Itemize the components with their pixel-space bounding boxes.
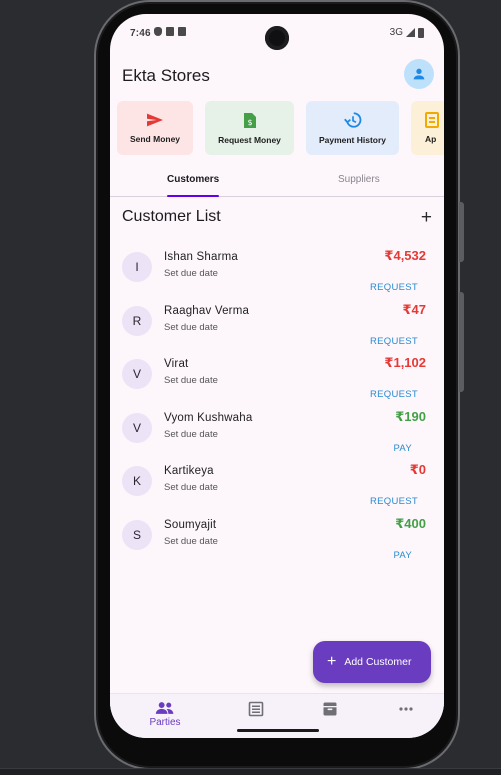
ap-button[interactable]: Ap	[411, 101, 444, 155]
customer-avatar: V	[122, 359, 152, 390]
nav-item-inventory[interactable]	[310, 701, 350, 717]
payment-history-label: Payment History	[318, 135, 387, 145]
customer-list: I Ishan Sharma Set due date ₹4,532 REQUE…	[110, 248, 444, 570]
request-button[interactable]: REQUEST	[370, 282, 418, 293]
set-due-date-link[interactable]: Set due date	[164, 322, 218, 333]
nav-label-parties: Parties	[149, 717, 181, 728]
plus-icon: +	[327, 653, 337, 670]
customer-row[interactable]: R Raaghav Verma Set due date ₹47 REQUEST	[110, 302, 444, 356]
customer-balance: ₹47	[402, 301, 426, 317]
request-money-button[interactable]: $ Request Money	[205, 101, 294, 155]
battery-icon	[418, 27, 424, 38]
set-due-date-link[interactable]: Set due date	[164, 482, 218, 493]
app-screen: 7:46 3G Ekta Stores Send Money $ Request…	[110, 14, 444, 738]
pay-button[interactable]: PAY	[394, 443, 413, 454]
customer-row[interactable]: S Soumyajit Set due date ₹400 PAY	[110, 516, 444, 570]
profile-button[interactable]	[404, 59, 434, 89]
bottom-navigation: Parties	[110, 693, 444, 738]
phone-frame: 7:46 3G Ekta Stores Send Money $ Request…	[94, 0, 464, 770]
archive-icon	[323, 702, 337, 716]
volume-button	[459, 292, 464, 392]
receipt-list-icon	[248, 701, 264, 717]
send-money-button[interactable]: Send Money	[117, 101, 193, 155]
people-icon	[155, 702, 174, 714]
add-customer-button[interactable]: + Add Customer	[313, 641, 431, 683]
nav-item-bills[interactable]	[236, 701, 276, 717]
customer-name: Vyom Kushwaha	[164, 411, 253, 424]
svg-text:$: $	[247, 118, 252, 127]
person-icon	[413, 68, 425, 80]
send-icon	[147, 113, 163, 127]
sim-card-icon	[166, 27, 174, 36]
set-due-date-link[interactable]: Set due date	[164, 429, 218, 440]
signal-icon	[406, 28, 415, 37]
request-button[interactable]: REQUEST	[370, 389, 418, 400]
party-tabs: Customers Suppliers	[110, 169, 444, 197]
shield-icon	[154, 27, 162, 36]
customer-balance: ₹0	[409, 462, 426, 478]
customer-name: Soumyajit	[164, 518, 217, 531]
set-due-date-link[interactable]: Set due date	[164, 375, 218, 386]
customer-avatar: K	[122, 466, 152, 497]
more-icon	[399, 707, 413, 711]
customer-name: Kartikeya	[164, 465, 214, 478]
customer-avatar: V	[122, 412, 152, 443]
front-camera	[265, 26, 289, 50]
customer-name: Virat	[164, 358, 189, 371]
customer-balance: ₹190	[395, 408, 426, 424]
photo-icon	[178, 27, 186, 36]
status-indicators: 3G	[390, 27, 424, 38]
nav-item-parties[interactable]: Parties	[145, 701, 185, 728]
home-indicator[interactable]	[237, 729, 319, 732]
nav-item-more[interactable]	[386, 701, 426, 717]
power-button	[459, 202, 464, 262]
customer-name: Ishan Sharma	[164, 251, 238, 263]
customer-avatar: I	[122, 252, 152, 282]
request-button[interactable]: REQUEST	[370, 496, 418, 507]
send-money-label: Send Money	[129, 134, 181, 144]
network-type: 3G	[389, 27, 403, 38]
add-icon[interactable]: +	[421, 208, 432, 227]
quick-actions: Send Money $ Request Money Payment Histo…	[117, 101, 444, 155]
customer-row[interactable]: I Ishan Sharma Set due date ₹4,532 REQUE…	[110, 248, 444, 302]
customer-avatar: S	[122, 519, 152, 550]
notification-icons	[154, 27, 186, 36]
customer-row[interactable]: K Kartikeya Set due date ₹0 REQUEST	[110, 462, 444, 516]
ap-label: Ap	[425, 134, 437, 144]
pay-button[interactable]: PAY	[394, 550, 413, 561]
customer-row[interactable]: V Vyom Kushwaha Set due date ₹190 PAY	[110, 409, 444, 463]
customer-balance: ₹400	[395, 515, 426, 531]
request-button[interactable]: REQUEST	[370, 336, 418, 347]
customer-list-title: Customer List	[122, 208, 221, 225]
add-customer-label: Add Customer	[344, 656, 412, 668]
app-bar: Ekta Stores	[122, 59, 434, 99]
set-due-date-link[interactable]: Set due date	[164, 268, 218, 279]
store-title: Ekta Stores	[122, 66, 210, 85]
status-time: 7:46	[130, 28, 151, 39]
customer-balance: ₹1,102	[384, 355, 426, 371]
payment-history-button[interactable]: Payment History	[306, 101, 399, 155]
tab-suppliers[interactable]: Suppliers	[338, 174, 380, 185]
customer-balance: ₹4,532	[384, 248, 426, 263]
request-money-label: Request Money	[218, 134, 281, 145]
customer-name: Raaghav Verma	[164, 304, 250, 317]
set-due-date-link[interactable]: Set due date	[164, 536, 218, 547]
customer-row[interactable]: V Virat Set due date ₹1,102 REQUEST	[110, 355, 444, 409]
active-tab-indicator	[167, 195, 219, 197]
customer-list-header: Customer List +	[122, 208, 432, 232]
receipt-icon	[425, 112, 439, 128]
desktop-strip	[0, 768, 501, 775]
tab-customers[interactable]: Customers	[167, 174, 219, 185]
customer-avatar: R	[122, 305, 152, 336]
document-dollar-icon: $	[243, 112, 256, 128]
history-icon	[343, 112, 361, 128]
